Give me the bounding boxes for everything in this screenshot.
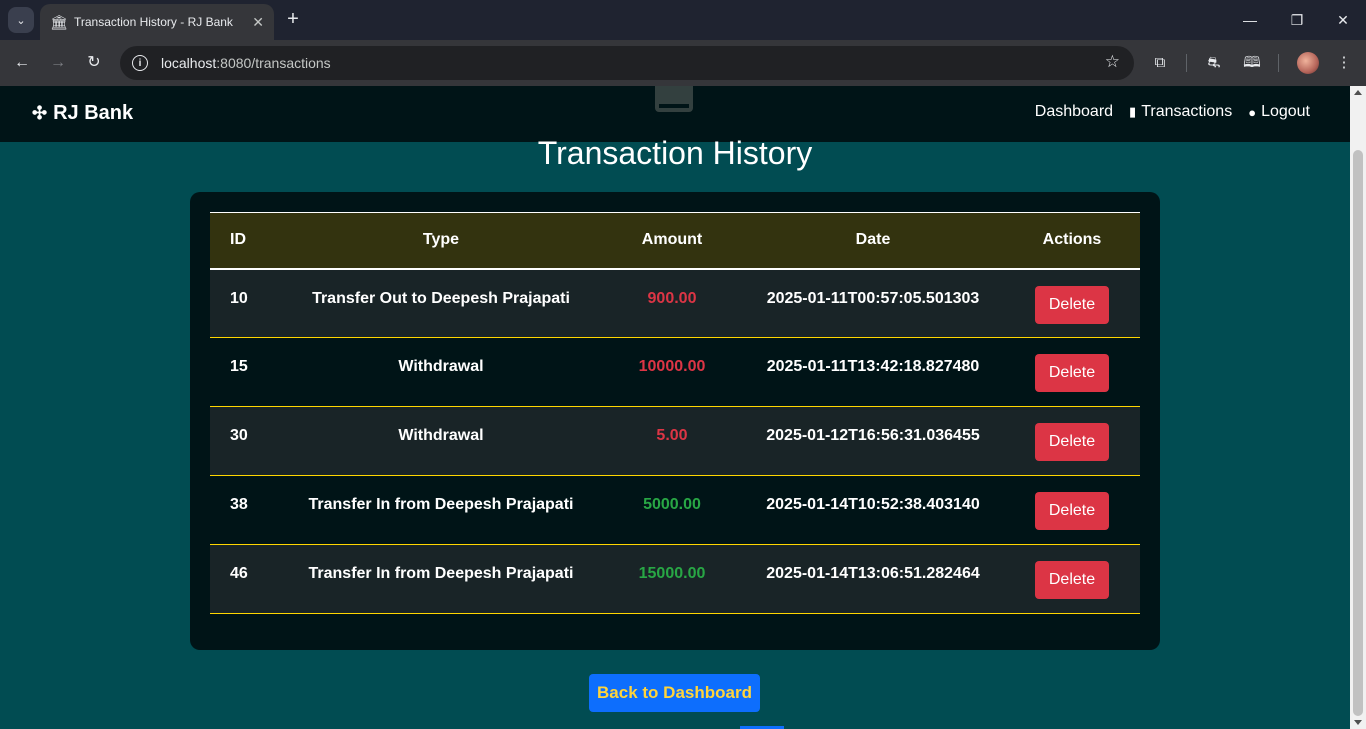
nav-transactions-link[interactable]: ▮ Transactions <box>1129 103 1232 121</box>
page-viewport: ✣ RJ Bank Dashboard ▮ Transactions ● Logou… <box>0 86 1350 729</box>
address-bar[interactable]: i localhost:8080/transactions ☆ <box>120 46 1134 80</box>
transactions-card: ID Type Amount Date Actions 10 Transfer … <box>190 192 1160 650</box>
cell-id: 10 <box>230 289 248 307</box>
forward-arrow-icon[interactable]: → <box>46 51 70 75</box>
page-scrollbar[interactable] <box>1350 86 1366 729</box>
site-info-icon[interactable]: i <box>132 55 148 71</box>
cell-type: Withdrawal <box>398 358 484 375</box>
extensions-puzzle-icon[interactable]: ⧉ <box>1148 51 1172 75</box>
cell-actions: Delete <box>1004 407 1140 476</box>
book-illustration-icon <box>655 86 693 112</box>
new-tab-plus-icon[interactable]: + <box>282 8 304 32</box>
close-icon[interactable]: ✕ <box>252 14 264 31</box>
header-date: Date <box>855 231 891 249</box>
delete-button[interactable]: Delete <box>1034 285 1110 324</box>
reload-icon[interactable]: ↻ <box>82 51 106 75</box>
minimize-icon[interactable]: — <box>1238 8 1262 32</box>
delete-button[interactable]: Delete <box>1034 354 1110 392</box>
window-close-icon[interactable]: ✕ <box>1331 8 1355 32</box>
cell-date: 2025-01-12T16:56:31.036455 <box>766 427 980 444</box>
nav-links: Dashboard ▮ Transactions ● Logout <box>1035 103 1310 121</box>
cell-actions: Delete <box>1004 545 1140 614</box>
site-navbar: ✣ RJ Bank Dashboard ▮ Transactions ● Logou… <box>0 86 1350 142</box>
page-title: Transaction History <box>537 135 813 171</box>
profile-avatar[interactable] <box>1297 52 1319 74</box>
cell-amount: 10000.00 <box>638 358 706 375</box>
header-id: ID <box>230 231 246 249</box>
scrollbar-thumb[interactable] <box>1353 150 1363 716</box>
nav-logout-link[interactable]: ● Logout <box>1248 103 1310 121</box>
cell-amount: 5000.00 <box>643 496 701 513</box>
brand-name: RJ Bank <box>53 102 134 124</box>
cell-date: 2025-01-11T13:42:18.827480 <box>766 358 980 375</box>
table-row: 15 Withdrawal 10000.00 2025-01-11T13:42:… <box>210 337 1140 407</box>
delete-button[interactable]: Delete <box>1034 561 1110 599</box>
slack-hash-icon: ✣ <box>32 103 48 123</box>
cell-id: 38 <box>230 496 248 513</box>
user-circle-icon: ● <box>1248 104 1257 120</box>
tab-search-chevron-icon[interactable]: ⌄ <box>8 7 34 33</box>
toolbar-divider <box>1278 54 1279 72</box>
url-text[interactable]: localhost:8080/transactions <box>161 55 331 71</box>
browser-tab-bar: ⌄ 🏛 Transaction History - RJ Bank ✕ + — … <box>0 0 1366 40</box>
cell-amount: 900.00 <box>647 289 697 307</box>
cell-type: Transfer In from Deepesh Prajapati <box>308 496 574 513</box>
browser-toolbar: ← → ↻ i localhost:8080/transactions ☆ ⧉ … <box>0 40 1366 86</box>
cell-actions: Delete <box>1004 338 1140 407</box>
bookmark-star-icon[interactable]: ☆ <box>1105 52 1120 72</box>
table-header-row: ID Type Amount Date Actions <box>210 212 1140 269</box>
cell-id: 46 <box>230 565 248 582</box>
transactions-table: ID Type Amount Date Actions 10 Transfer … <box>210 212 1140 614</box>
bank-icon: 🏛 <box>50 14 68 30</box>
browser-tab[interactable]: 🏛 Transaction History - RJ Bank ✕ <box>40 4 274 40</box>
table-row: 30 Withdrawal 5.00 2025-01-12T16:56:31.0… <box>210 406 1140 476</box>
kebab-menu-icon[interactable]: ⋮ <box>1332 51 1356 75</box>
cell-amount: 15000.00 <box>638 565 706 582</box>
restore-icon[interactable]: ❐ <box>1285 8 1309 32</box>
cell-date: 2025-01-11T00:57:05.501303 <box>766 289 980 307</box>
incognito-icon[interactable]: ⛐ <box>1202 51 1226 75</box>
scroll-up-arrow-icon[interactable] <box>1354 90 1362 95</box>
back-arrow-icon[interactable]: ← <box>10 51 34 75</box>
delete-button[interactable]: Delete <box>1034 423 1110 461</box>
cell-id: 15 <box>230 358 248 375</box>
delete-button[interactable]: Delete <box>1034 492 1110 530</box>
header-type: Type <box>422 231 460 249</box>
header-actions: Actions <box>1042 231 1102 249</box>
back-to-dashboard-button[interactable]: Back to Dashboard <box>589 674 760 712</box>
header-amount: Amount <box>641 231 703 249</box>
table-row: 46 Transfer In from Deepesh Prajapati 15… <box>210 544 1140 614</box>
tab-title: Transaction History - RJ Bank <box>74 15 233 29</box>
toolbar-divider <box>1186 54 1187 72</box>
cell-actions: Delete <box>1004 476 1140 545</box>
book-icon: ▮ <box>1129 104 1137 119</box>
cell-type: Transfer Out to Deepesh Prajapati <box>312 289 570 307</box>
brand-link[interactable]: ✣ RJ Bank <box>32 102 133 125</box>
cell-date: 2025-01-14T10:52:38.403140 <box>766 496 980 513</box>
nav-dashboard-link[interactable]: Dashboard <box>1035 103 1113 121</box>
cell-type: Transfer In from Deepesh Prajapati <box>308 565 574 582</box>
cell-actions: Delete <box>1004 269 1140 338</box>
table-row: 38 Transfer In from Deepesh Prajapati 50… <box>210 475 1140 545</box>
table-row: 10 Transfer Out to Deepesh Prajapati 900… <box>210 268 1140 338</box>
reading-mode-icon[interactable]: 🕮 <box>1240 51 1264 75</box>
cell-type: Withdrawal <box>398 427 484 444</box>
scroll-down-arrow-icon[interactable] <box>1354 720 1362 725</box>
cell-id: 30 <box>230 427 248 444</box>
cell-amount: 5.00 <box>656 427 688 444</box>
cell-date: 2025-01-14T13:06:51.282464 <box>766 565 980 582</box>
